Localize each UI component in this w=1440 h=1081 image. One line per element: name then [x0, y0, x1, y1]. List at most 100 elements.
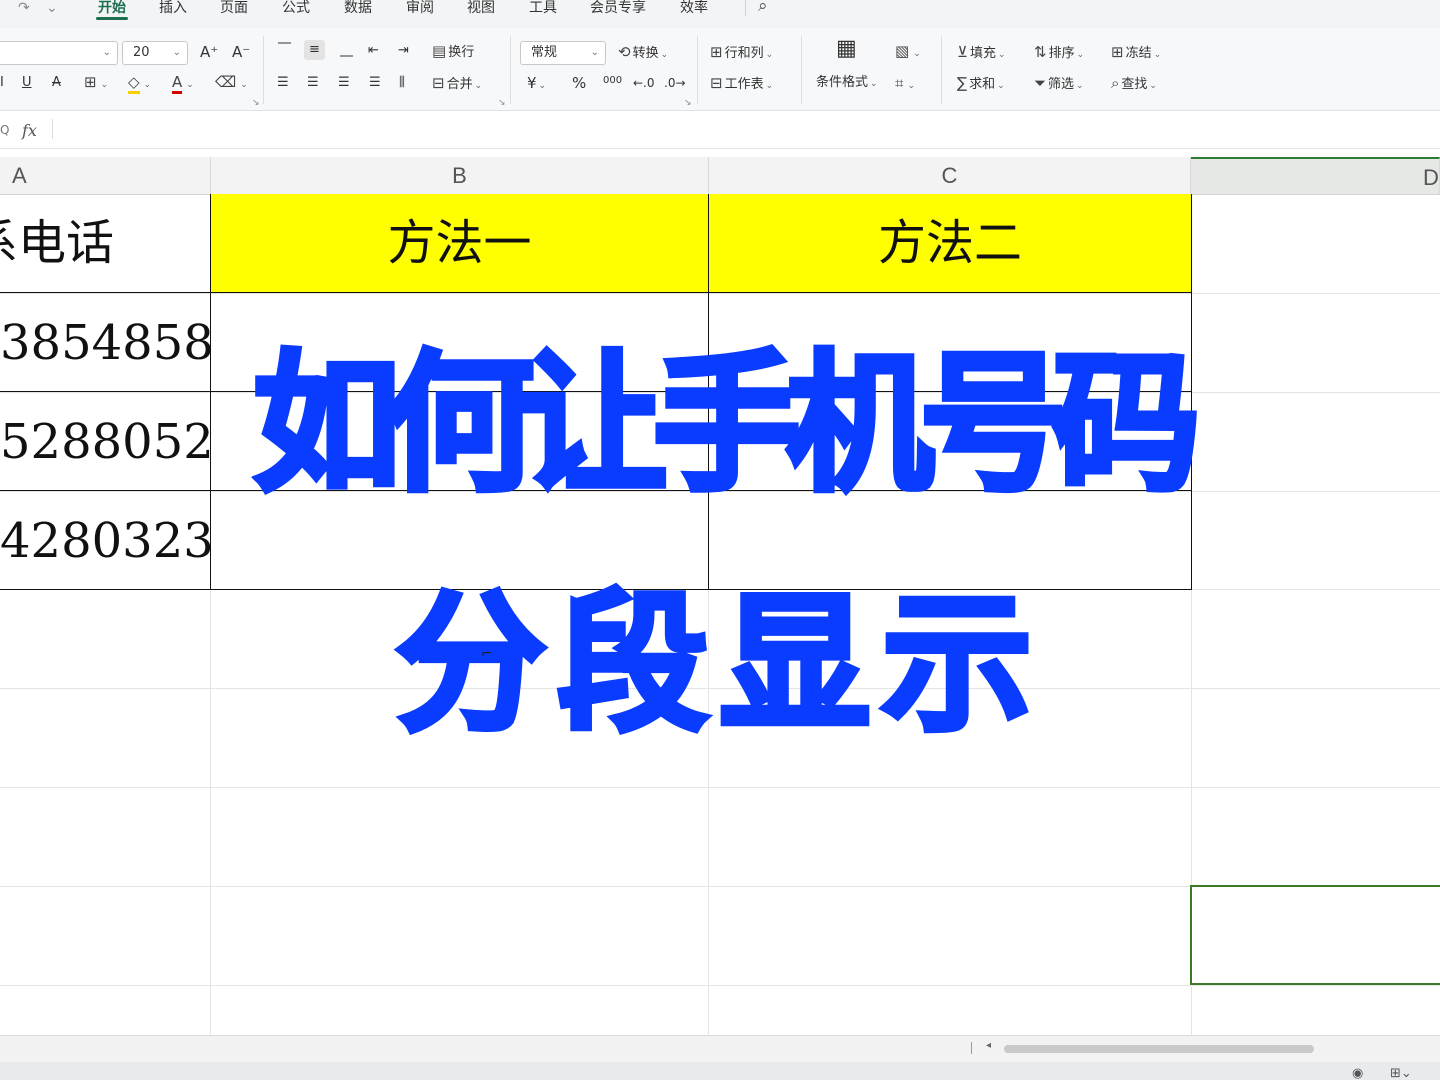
zoom-icon[interactable]: Q — [0, 123, 9, 137]
cell-a4[interactable]: 4280323 — [0, 492, 210, 589]
align-top-icon[interactable]: ⎺ — [278, 41, 291, 59]
align-center-icon[interactable]: ☰ — [307, 74, 319, 92]
formula-bar: Q fx — [0, 111, 1440, 149]
tab-home[interactable]: 开始 — [98, 0, 126, 16]
fill-icon: ⊻ — [957, 43, 968, 61]
tab-data[interactable]: 数据 — [344, 0, 372, 16]
ribbon-divider — [697, 36, 698, 104]
conditional-format-icon[interactable]: ▦ — [836, 38, 857, 60]
convert-button[interactable]: ⟲ 转换 ⌄ — [618, 43, 668, 64]
number-format-select[interactable]: 常规 ⌄ — [520, 41, 606, 65]
rows-columns-button[interactable]: ⊞ 行和列 ⌄ — [710, 43, 773, 64]
strikethrough-icon[interactable]: A — [52, 74, 61, 92]
sort-icon: ⇅ — [1034, 43, 1047, 61]
align-dialog-launcher-icon[interactable]: ↘ — [498, 98, 506, 108]
chevron-down-icon[interactable]: ⌄ — [46, 0, 58, 16]
merge-button[interactable]: ⊟ 合并 ⌄ — [432, 74, 482, 95]
border-icon[interactable]: ⊞ ⌄ — [84, 73, 108, 94]
align-left-icon[interactable]: ☰ — [277, 74, 289, 92]
column-header-c[interactable]: C — [709, 157, 1191, 194]
increase-indent-icon[interactable]: ⇥ — [398, 42, 409, 60]
find-button[interactable]: ⌕ 查找 ⌄ — [1111, 74, 1157, 95]
cell-style-icon[interactable]: ▧ ⌄ — [895, 42, 921, 63]
find-icon: ⌕ — [1111, 74, 1120, 92]
font-dialog-launcher-icon[interactable]: ↘ — [252, 98, 260, 108]
clear-format-icon[interactable]: ⌫ ⌄ — [215, 73, 248, 94]
cell-c1[interactable]: 方法二 — [709, 194, 1191, 293]
ribbon-divider — [263, 36, 264, 104]
freeze-icon: ⊞ — [1111, 43, 1124, 61]
table-format-icon[interactable]: ⌗ ⌄ — [895, 74, 915, 95]
wrap-text-button[interactable]: ▤ 换行 — [432, 42, 474, 62]
search-icon[interactable]: ⌕ — [758, 0, 768, 15]
tab-member[interactable]: 会员专享 — [590, 0, 646, 16]
ribbon-toolbar: ⌄ 20 ⌄ A⁺ A⁻ I U A ⊞ ⌄ ◇ ⌄ A ⌄ ⌫ ⌄ ↘ ⎺ ≡ ⎽ ⇤ … — [0, 28, 1440, 111]
formula-input[interactable] — [58, 115, 1428, 143]
worksheet-icon: ⊟ — [710, 74, 723, 92]
sum-button[interactable]: ∑ 求和 ⌄ — [957, 74, 1005, 95]
currency-button[interactable]: ¥ ⌄ — [527, 74, 546, 95]
tab-formula[interactable]: 公式 — [282, 0, 310, 16]
redo-icon[interactable]: ↷ — [18, 0, 30, 16]
cell-b1[interactable]: 方法一 — [211, 194, 708, 293]
tab-view[interactable]: 视图 — [467, 0, 495, 16]
merge-icon: ⊟ — [432, 74, 445, 92]
tab-insert[interactable]: 插入 — [159, 0, 187, 16]
grid-line — [0, 985, 1440, 986]
fill-color-icon[interactable]: ◇ ⌄ — [128, 73, 151, 94]
selected-cell[interactable] — [1190, 885, 1440, 985]
align-right-icon[interactable]: ☰ — [338, 74, 350, 92]
tab-page[interactable]: 页面 — [220, 0, 248, 16]
tab-review[interactable]: 审阅 — [406, 0, 434, 16]
tab-efficiency[interactable]: 效率 — [680, 0, 708, 16]
font-color-button[interactable]: A ⌄ — [172, 73, 194, 94]
layout-icon[interactable]: ⊞⌄ — [1390, 1066, 1412, 1081]
column-headers: A B C D — [0, 157, 1440, 195]
sum-icon: ∑ — [957, 74, 968, 92]
sort-button[interactable]: ⇅ 排序 ⌄ — [1034, 43, 1084, 64]
number-dialog-launcher-icon[interactable]: ↘ — [684, 98, 692, 108]
thousands-button[interactable]: 000 — [603, 72, 622, 90]
shrink-font-button[interactable]: A⁻ — [232, 43, 250, 61]
ribbon-divider — [941, 36, 942, 104]
overlay-title-line1: 如何让手机号码 — [251, 338, 1204, 512]
underline-button[interactable]: U — [22, 74, 32, 92]
decrease-indent-icon[interactable]: ⇤ — [368, 42, 379, 60]
status-bar — [0, 1062, 1440, 1080]
font-name-select[interactable]: ⌄ — [0, 41, 118, 65]
italic-icon[interactable]: I — [0, 74, 4, 92]
mouse-cursor-icon: ⌐ — [481, 646, 493, 662]
eye-icon[interactable]: ◉ — [1352, 1066, 1363, 1081]
grow-font-button[interactable]: A⁺ — [200, 43, 218, 61]
menu-divider — [745, 0, 746, 16]
filter-icon: ⏷ — [1034, 74, 1047, 92]
freeze-button[interactable]: ⊞ 冻结 ⌄ — [1111, 43, 1161, 64]
ribbon-divider — [510, 36, 511, 104]
menu-bar: ↷ ⌄ 开始 插入 页面 公式 数据 审阅 视图 工具 会员专享 效率 ⌕ — [0, 0, 1440, 28]
font-size-select[interactable]: 20 ⌄ — [122, 41, 188, 65]
align-middle-icon[interactable]: ≡ — [304, 40, 325, 60]
convert-icon: ⟲ — [618, 43, 631, 61]
scroll-left-icon[interactable]: ◂ — [986, 1040, 991, 1051]
justify-icon[interactable]: ☰ — [369, 74, 381, 92]
decrease-decimal-icon[interactable]: .0→ — [664, 74, 686, 92]
column-header-b[interactable]: B — [211, 157, 709, 194]
cell-a1[interactable]: 系电话 — [0, 194, 210, 293]
worksheet-button[interactable]: ⊟ 工作表 ⌄ — [710, 74, 773, 95]
fx-label[interactable]: fx — [22, 121, 37, 140]
conditional-format-button[interactable]: 条件格式 ⌄ — [816, 74, 878, 93]
tab-tools[interactable]: 工具 — [529, 0, 557, 16]
distributed-align-icon[interactable]: ⫼ — [399, 74, 405, 92]
horizontal-scrollbar[interactable] — [1004, 1045, 1314, 1053]
fill-button[interactable]: ⊻ 填充 ⌄ — [957, 43, 1006, 64]
column-header-d[interactable]: D — [1191, 157, 1440, 194]
font-size-value: 20 — [133, 45, 150, 60]
rows-columns-icon: ⊞ — [710, 43, 723, 61]
wrap-text-icon: ▤ — [432, 42, 447, 60]
percent-button[interactable]: % — [572, 74, 586, 92]
ribbon-divider — [801, 36, 802, 104]
align-bottom-icon[interactable]: ⎽ — [340, 42, 353, 60]
filter-button[interactable]: ⏷ 筛选 ⌄ — [1034, 74, 1084, 95]
increase-decimal-icon[interactable]: ←.0 — [633, 74, 655, 92]
column-header-a[interactable]: A — [0, 157, 211, 194]
